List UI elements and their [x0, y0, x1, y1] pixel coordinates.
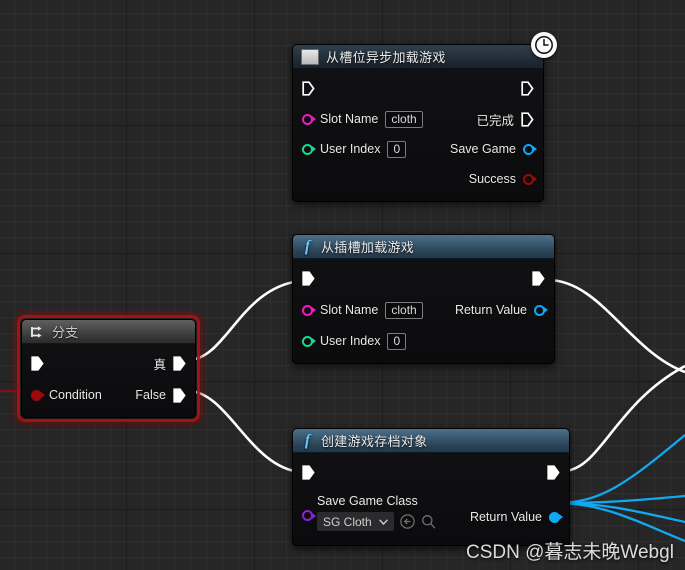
square-node-icon — [301, 48, 319, 65]
pin-row-condition-false: Condition False — [22, 384, 195, 406]
save-game-label: Save Game — [449, 142, 516, 156]
watermark-text: CSDN @暮志未晚Webgl — [466, 542, 674, 563]
node-title-label: 分支 — [52, 325, 79, 340]
false-exec-label: False — [135, 388, 166, 402]
node-async-load-game-from-slot[interactable]: 从槽位异步加载游戏 Slot Name cloth 已完成 User Index… — [292, 32, 557, 202]
pin-row-save-game-class: Save Game Class SG Cloth Return Value — [293, 494, 569, 531]
condition-pin[interactable] — [31, 389, 42, 401]
true-exec-label: 真 — [153, 357, 166, 372]
function-icon: f — [304, 237, 311, 255]
node-title-bar[interactable]: f 从插槽加载游戏 — [293, 235, 554, 259]
pin-row-exec — [293, 266, 554, 290]
slot-name-pin[interactable] — [302, 304, 313, 316]
exec-out-pin[interactable] — [532, 270, 545, 286]
exec-out-pin[interactable] — [547, 464, 560, 480]
node-create-save-game-object[interactable]: f 创建游戏存档对象 Save Game Class SG Cloth Retu… — [292, 428, 570, 546]
node-title-label: 从插槽加载游戏 — [321, 240, 415, 255]
true-exec-pin[interactable] — [173, 355, 186, 371]
save-game-pin[interactable] — [523, 143, 534, 155]
node-title-bar[interactable]: f 创建游戏存档对象 — [293, 429, 569, 453]
node-body: Save Game Class SG Cloth Return Value — [293, 453, 569, 545]
pin-row-slot-name: Slot Name cloth Return Value — [293, 299, 554, 321]
pin-row-user-index: User Index 0 Save Game — [293, 138, 543, 160]
exec-out-pin[interactable] — [521, 80, 534, 96]
pin-row-success: Success — [293, 168, 543, 190]
save-game-class-value: SG Cloth — [323, 514, 372, 529]
node-title-bar[interactable]: 从槽位异步加载游戏 — [293, 45, 543, 69]
user-index-pin[interactable] — [302, 335, 313, 347]
slot-name-value-field[interactable]: cloth — [385, 110, 423, 128]
slot-name-pin[interactable] — [302, 113, 313, 125]
node-title-bar[interactable]: 分支 — [22, 320, 195, 344]
pin-row-slot-name: Slot Name cloth 已完成 — [293, 108, 543, 130]
node-title-label: 从槽位异步加载游戏 — [326, 50, 446, 65]
return-value-label: Return Value — [454, 303, 527, 317]
completed-exec-pin[interactable] — [521, 111, 534, 127]
clock-icon — [531, 32, 557, 58]
node-title-label: 创建游戏存档对象 — [321, 434, 428, 449]
save-game-class-pin[interactable] — [302, 510, 313, 521]
exec-in-pin[interactable] — [31, 355, 44, 371]
completed-label: 已完成 — [476, 113, 514, 128]
pin-row-exec — [293, 76, 543, 100]
exec-in-pin[interactable] — [302, 80, 315, 96]
save-game-class-picker: Save Game Class SG Cloth — [313, 494, 436, 531]
exec-in-pin[interactable] — [302, 270, 315, 286]
node-branch[interactable]: 分支 真 Condition False — [17, 315, 200, 422]
node-body: Slot Name cloth Return Value User Index … — [293, 259, 554, 363]
user-index-label: User Index — [320, 334, 381, 348]
pin-row-exec — [293, 460, 569, 484]
exec-in-pin[interactable] — [302, 464, 315, 480]
return-value-pin[interactable] — [534, 304, 545, 316]
back-arrow-icon[interactable] — [399, 514, 415, 529]
return-value-label: Return Value — [469, 510, 542, 524]
pin-row-exec-true: 真 — [22, 351, 195, 375]
false-exec-pin[interactable] — [173, 387, 186, 403]
chevron-down-icon — [378, 518, 388, 525]
condition-label: Condition — [49, 388, 102, 402]
branch-icon — [31, 325, 42, 338]
user-index-pin[interactable] — [302, 143, 313, 155]
node-body: Slot Name cloth 已完成 User Index 0 Save Ga… — [293, 69, 543, 201]
function-icon: f — [304, 431, 311, 449]
node-load-game-from-slot[interactable]: f 从插槽加载游戏 Slot Name cloth Return Value U… — [292, 234, 555, 364]
magnifier-icon[interactable] — [421, 514, 436, 529]
slot-name-value-field[interactable]: cloth — [385, 301, 423, 319]
user-index-value-field[interactable]: 0 — [387, 332, 407, 350]
success-label: Success — [468, 172, 516, 186]
blueprint-graph-canvas[interactable]: 从槽位异步加载游戏 Slot Name cloth 已完成 User Index… — [0, 0, 685, 570]
success-pin[interactable] — [523, 173, 534, 185]
pin-row-user-index: User Index 0 — [293, 330, 554, 352]
slot-name-label: Slot Name — [320, 112, 379, 126]
slot-name-label: Slot Name — [320, 303, 379, 317]
user-index-value-field[interactable]: 0 — [387, 140, 407, 158]
return-value-pin[interactable] — [549, 511, 560, 523]
node-body: 真 Condition False — [22, 344, 195, 417]
save-game-class-dropdown[interactable]: SG Cloth — [317, 512, 394, 531]
save-game-class-label: Save Game Class — [317, 494, 418, 508]
user-index-label: User Index — [320, 142, 381, 156]
